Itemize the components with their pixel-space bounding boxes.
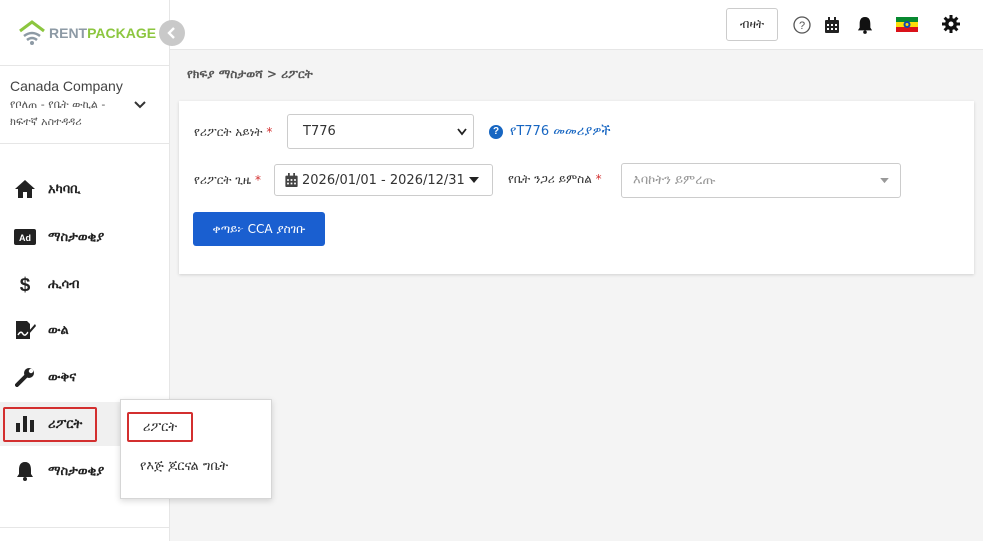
property-label: የቤት ንጋሪ ይምስል * [508, 172, 602, 187]
dollar-icon: $ [14, 273, 36, 295]
top-bar: ብዛት ? [170, 0, 983, 50]
sidebar-item-label: ውቅና [48, 369, 77, 385]
menu-item-manual-journal-entry[interactable]: የእጅ ጆርናል ግቤት [140, 459, 228, 474]
sidebar-item-accounting[interactable]: $ ሒሳብ [0, 262, 170, 306]
wifi-house-logo-icon [19, 20, 45, 45]
home-icon [14, 178, 36, 200]
next-cca-button[interactable]: ቀጣይ፦ CCA ያስገቡ [193, 212, 325, 246]
report-type-select[interactable]: T776 [287, 114, 474, 149]
property-placeholder: እባኮትን ይምረጡ [633, 173, 716, 188]
report-period-value: 2026/01/01 - 2026/12/31 [302, 172, 465, 188]
chevron-left-icon [167, 27, 175, 39]
divider [0, 527, 170, 528]
divider [0, 65, 170, 66]
report-type-value: T776 [303, 124, 336, 139]
sidebar-item-ads[interactable]: Ad ማስታወቂያ [0, 215, 170, 259]
sidebar-item-label: ማስታወቂያ [48, 229, 105, 245]
report-type-label: የሪፖርት አይነት * [194, 125, 272, 140]
bell-icon [14, 460, 36, 482]
company-name: Canada Company [10, 78, 123, 94]
sidebar-item-maintenance[interactable]: ውቅና [0, 355, 170, 399]
divider [0, 143, 170, 144]
sidebar-item-contract[interactable]: ውል [0, 308, 170, 352]
t776-help-link[interactable]: ? የT776 መመሪያዎች [489, 124, 611, 139]
signature-icon [14, 319, 36, 341]
required-mark: * [254, 173, 261, 187]
property-select[interactable]: እባኮትን ይምረጡ [621, 163, 901, 198]
sidebar-item-home[interactable]: አካባቢ [0, 167, 170, 211]
svg-text:?: ? [799, 20, 805, 32]
caret-down-icon [468, 176, 479, 183]
collapse-sidebar-button[interactable] [159, 20, 185, 46]
report-type-label-text: የሪፖርት አይነት [194, 125, 263, 139]
property-label-text: የቤት ንጋሪ ይምስል [508, 172, 592, 186]
sidebar-item-label: ውል [48, 322, 69, 338]
bell-icon[interactable] [855, 15, 875, 35]
ad-icon: Ad [14, 226, 36, 248]
chevron-down-icon [457, 128, 467, 136]
report-period-label-text: የሪፖርት ጊዜ [194, 173, 252, 187]
logo-text-rent: RENT [49, 25, 88, 41]
quantity-button[interactable]: ብዛት [726, 8, 778, 41]
report-period-label: የሪፖርት ጊዜ * [194, 173, 261, 188]
report-period-picker[interactable]: 2026/01/01 - 2026/12/31 [274, 164, 493, 196]
svg-text:Ad: Ad [19, 233, 31, 243]
logo[interactable]: RENTPACKAGE [18, 19, 156, 47]
menu-item-report[interactable]: ሪፖርት [127, 412, 193, 442]
gear-icon[interactable] [941, 14, 961, 34]
chevron-down-icon[interactable] [133, 100, 147, 110]
wrench-icon [14, 366, 36, 388]
t776-help-text: የT776 መመሪያዎች [510, 124, 611, 139]
calendar-icon[interactable] [822, 15, 842, 35]
svg-text:$: $ [20, 275, 31, 295]
required-mark: * [595, 172, 602, 186]
ethiopia-flag-icon[interactable] [896, 17, 918, 32]
required-mark: * [266, 125, 273, 139]
sidebar-item-label: ሒሳብ [48, 276, 80, 292]
help-circle-icon: ? [489, 124, 503, 139]
sidebar-item-label: ማስታወቂያ [48, 463, 105, 479]
help-icon[interactable]: ? [792, 15, 812, 35]
logo-text-package: PACKAGE [87, 25, 157, 41]
breadcrumb: የክፍያ ማስታወሻ > ሪፖርት [187, 67, 313, 81]
caret-down-icon [880, 178, 889, 184]
reports-highlight-frame [3, 407, 97, 442]
sidebar-item-label: አካባቢ [48, 181, 81, 197]
calendar-icon [285, 173, 298, 187]
company-role: የቦለጠ - የቤት ውኪል - ክፍተኛ አስተዳዳሪ [10, 98, 106, 128]
